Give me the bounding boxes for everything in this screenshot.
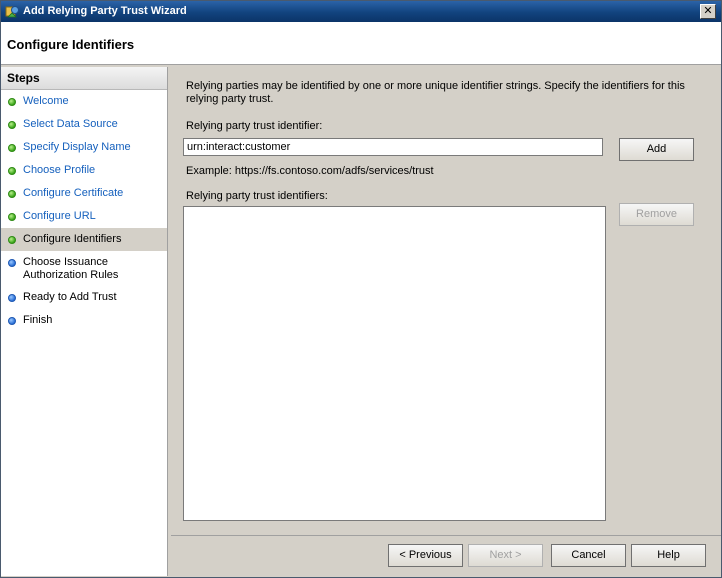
completed-step-icon [8, 190, 16, 198]
title-bar[interactable]: Add Relying Party Trust Wizard ✕ [1, 1, 721, 22]
completed-step-icon [8, 236, 16, 244]
step-label[interactable]: Configure Certificate [23, 187, 153, 200]
add-button[interactable]: Add [619, 138, 694, 161]
step-label: Choose Issuance Authorization Rules [23, 256, 119, 281]
step-item[interactable]: Welcome [1, 90, 167, 113]
wizard-footer: < Previous Next > Cancel Help [171, 535, 721, 577]
step-item: Choose Issuance Authorization Rules [1, 251, 167, 285]
completed-step-icon [8, 167, 16, 175]
trust-wizard-icon [5, 6, 19, 18]
wizard-window: Add Relying Party Trust Wizard ✕ Configu… [0, 0, 722, 578]
identifier-input[interactable] [183, 138, 603, 156]
page-header: Configure Identifiers [1, 22, 721, 65]
example-text: Example: https://fs.contoso.com/adfs/ser… [186, 165, 434, 177]
cancel-button[interactable]: Cancel [551, 544, 626, 567]
step-item[interactable]: Specify Display Name [1, 136, 167, 159]
step-label[interactable]: Choose Profile [23, 164, 153, 177]
remove-button[interactable]: Remove [619, 203, 694, 226]
completed-step-icon [8, 121, 16, 129]
step-label: Ready to Add Trust [23, 291, 117, 303]
completed-step-icon [8, 98, 16, 106]
step-label[interactable]: Configure URL [23, 210, 153, 223]
steps-panel: Steps Welcome Select Data Source Specify D… [1, 67, 168, 576]
step-label: Configure Identifiers [23, 233, 122, 245]
page-title: Configure Identifiers [7, 37, 135, 52]
identifiers-list[interactable] [183, 206, 606, 521]
completed-step-icon [8, 213, 16, 221]
identifiers-list-label: Relying party trust identifiers: [186, 190, 328, 202]
step-item[interactable]: Configure URL [1, 205, 167, 228]
pending-step-icon [8, 294, 16, 302]
previous-button[interactable]: < Previous [388, 544, 463, 567]
step-item[interactable]: Configure Certificate [1, 182, 167, 205]
step-item[interactable]: Select Data Source [1, 113, 167, 136]
step-label[interactable]: Select Data Source [23, 118, 153, 131]
step-label[interactable]: Specify Display Name [23, 141, 153, 154]
close-icon: ✕ [703, 5, 713, 17]
help-button[interactable]: Help [631, 544, 706, 567]
step-label[interactable]: Welcome [23, 95, 153, 108]
pending-step-icon [8, 259, 16, 267]
completed-step-icon [8, 144, 16, 152]
steps-title: Steps [1, 67, 167, 90]
pending-step-icon [8, 317, 16, 325]
next-button[interactable]: Next > [468, 544, 543, 567]
close-button[interactable]: ✕ [700, 4, 716, 19]
step-label: Finish [23, 314, 53, 326]
step-item: Ready to Add Trust [1, 286, 167, 309]
step-item[interactable]: Choose Profile [1, 159, 167, 182]
content-pane: Relying parties may be identified by one… [171, 67, 719, 535]
identifier-label: Relying party trust identifier: [186, 120, 323, 132]
step-item: Finish [1, 309, 167, 332]
window-title: Add Relying Party Trust Wizard [23, 5, 187, 17]
step-item: Configure Identifiers [1, 228, 167, 251]
intro-text: Relying parties may be identified by one… [186, 80, 685, 105]
